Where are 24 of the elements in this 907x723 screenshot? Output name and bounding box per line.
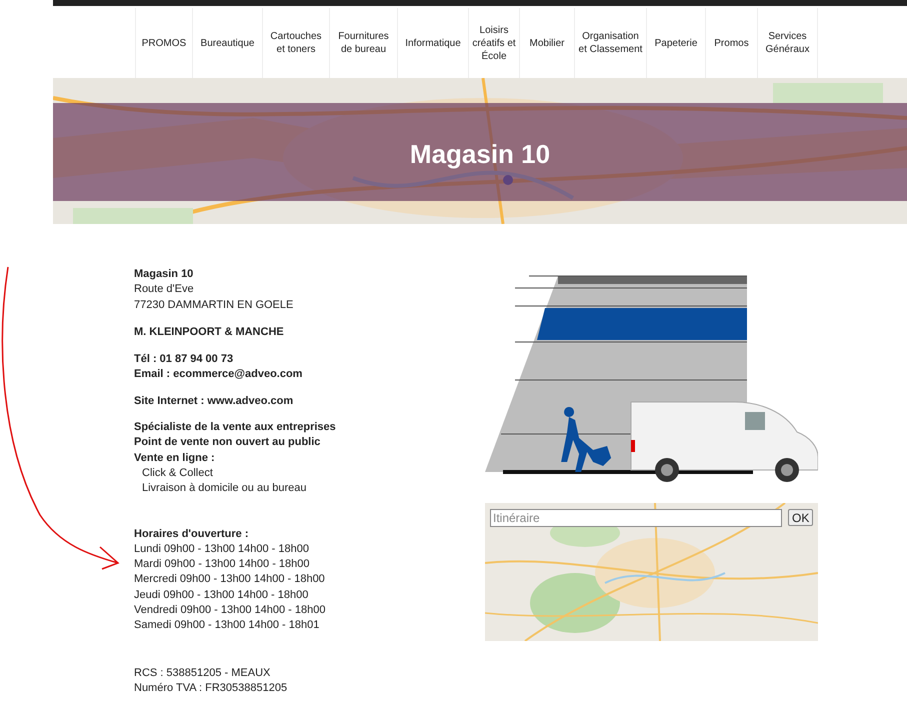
info-line: Lundi 09h00 - 13h00 14h00 - 18h00 bbox=[134, 542, 310, 557]
info-line: Numéro TVA : FR30538851205 bbox=[134, 680, 288, 696]
info-line: Magasin 10 bbox=[134, 267, 194, 282]
info-line: Vendredi 09h00 - 13h00 14h00 - 18h00 bbox=[134, 603, 326, 618]
info-line: RCS : 538851205 - MEAUX bbox=[134, 666, 272, 681]
info-line: Tél : 01 87 94 00 73 bbox=[134, 352, 234, 368]
info-line: 77230 DAMMARTIN EN GOELE bbox=[134, 298, 294, 313]
ok-button[interactable]: OK bbox=[788, 509, 814, 526]
itinerary-field[interactable]: Itinéraire bbox=[490, 509, 782, 527]
info-line: Vente en ligne : bbox=[134, 450, 216, 466]
info-line: Samedi 09h00 - 13h00 14h00 - 18h01 bbox=[134, 618, 320, 634]
info-line: Click & Collect bbox=[141, 466, 214, 481]
info-line: Point de vente non ouvert au public bbox=[134, 435, 322, 450]
info-line: Site Internet : www.adveo.com bbox=[134, 394, 294, 409]
info-line: Mardi 09h00 - 13h00 14h00 - 18h00 bbox=[134, 557, 311, 572]
info-line: M. KLEINPOORT & MANCHE bbox=[134, 324, 285, 340]
info-line: Route d'Eve bbox=[134, 282, 195, 298]
info-line: Jeudi 09h00 - 13h00 14h00 - 18h00 bbox=[134, 588, 310, 603]
info-line: Spécialiste de la vente aux entreprises bbox=[134, 420, 337, 436]
info-line: Email : ecommerce@adveo.com bbox=[134, 367, 304, 382]
page-title: Magasin 10 bbox=[410, 138, 550, 170]
info-line: Horaires d'ouverture : bbox=[134, 526, 250, 542]
info-line: Mercredi 09h00 - 13h00 14h00 - 18h00 bbox=[134, 572, 326, 588]
info-line: Livraison à domicile ou au bureau bbox=[141, 481, 308, 496]
